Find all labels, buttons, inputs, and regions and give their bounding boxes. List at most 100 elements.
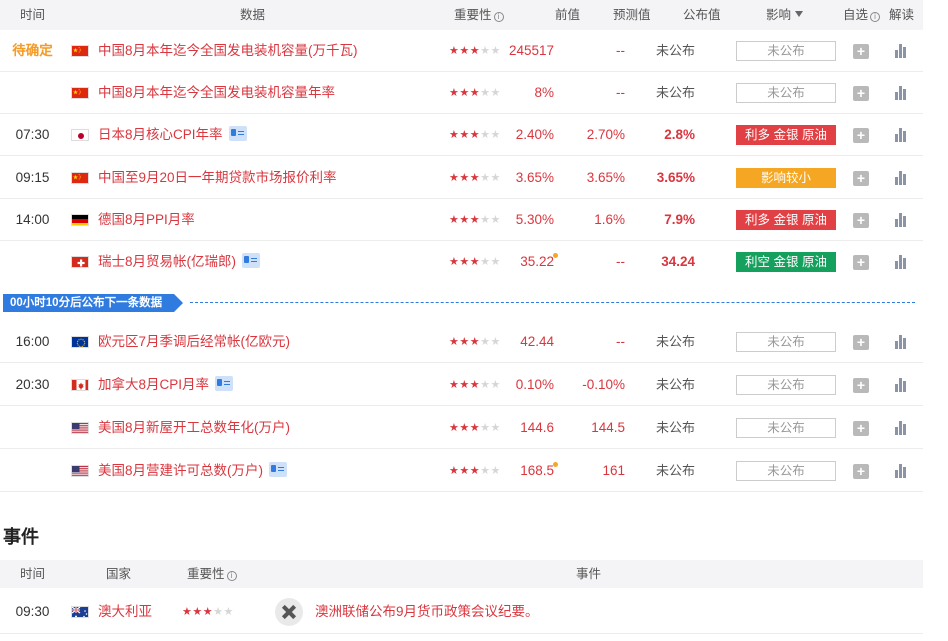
bar-chart-icon[interactable] — [893, 212, 909, 227]
indicator-name[interactable]: 美国8月新屋开工总数年化(万户) — [98, 407, 290, 449]
bar-chart-icon[interactable] — [893, 170, 909, 185]
add-watch-button[interactable]: + — [853, 213, 869, 228]
rba-logo-icon — [275, 598, 303, 626]
indicator-name-text[interactable]: 美国8月新屋开工总数年化(万户) — [98, 420, 290, 435]
event-country[interactable]: 澳大利亚 — [98, 590, 152, 634]
table-row: 09:15 中国至9月20日一年期贷款市场报价利率 ★★★★★ 3.65% 3.65% 3… — [0, 157, 923, 199]
add-watch-button[interactable]: + — [853, 255, 869, 270]
actual-value: 34.24 — [661, 254, 695, 269]
indicator-name-text[interactable]: 瑞士8月贸易帐(亿瑞郎) — [98, 254, 236, 269]
table-row: 16:00 欧元区7月季调后经常帐(亿欧元) ★★★★★ 42.44 -- 未公布 未公布 + — [0, 321, 923, 363]
cn-flag-icon — [71, 172, 89, 184]
bar-chart-icon[interactable] — [893, 127, 909, 142]
actual-value: 未公布 — [655, 463, 695, 478]
table-row: 美国8月营建许可总数(万户) ★★★★★ 168.5 161 未公布 未公布 + — [0, 450, 923, 492]
importance-stars: ★★★★★ — [449, 214, 501, 226]
us-flag-icon — [71, 465, 89, 477]
add-watch-button[interactable]: + — [853, 128, 869, 143]
info-icon[interactable]: i — [870, 12, 881, 22]
header-watch: 自选 i — [843, 0, 881, 30]
indicator-name[interactable]: 美国8月营建许可总数(万户) — [98, 450, 287, 492]
indicator-name[interactable]: 瑞士8月贸易帐(亿瑞郎) — [98, 241, 260, 283]
previous-value: 0.10% — [515, 377, 554, 392]
bar-chart-icon[interactable] — [893, 43, 909, 58]
indicator-name[interactable]: 中国至9月20日一年期贷款市场报价利率 — [98, 157, 337, 199]
row-time: 16:00 — [15, 334, 50, 349]
header-time: 时间 — [20, 8, 46, 22]
report-icon[interactable] — [269, 462, 287, 477]
indicator-name-text[interactable]: 中国至9月20日一年期贷款市场报价利率 — [98, 170, 337, 185]
indicator-name-text[interactable]: 德国8月PPI月率 — [98, 212, 195, 227]
events-header-event: 事件 — [576, 567, 602, 581]
info-icon[interactable]: i — [226, 571, 237, 581]
table-header: 时间 数据 重要性 i 前值 预测值 公布值 影响 自选 i 解读 — [0, 0, 923, 30]
header-impact-filter[interactable]: 影响 — [766, 0, 804, 30]
ca-flag-icon — [71, 379, 89, 391]
indicator-name-text[interactable]: 加拿大8月CPI月率 — [98, 377, 209, 392]
impact-badge: 未公布 — [736, 461, 836, 481]
table-row: 中国8月本年迄今全国发电装机容量年率 ★★★★★ 8% -- 未公布 未公布 + — [0, 72, 923, 114]
previous-value: 168.5 — [520, 450, 558, 492]
importance-stars: ★★★★★ — [449, 336, 501, 348]
forecast-value: 144.5 — [591, 420, 625, 435]
header-interpret: 解读 — [889, 8, 915, 22]
add-watch-button[interactable]: + — [853, 44, 869, 59]
indicator-name-text[interactable]: 中国8月本年迄今全国发电装机容量年率 — [98, 85, 335, 100]
indicator-name[interactable]: 日本8月核心CPI年率 — [98, 114, 247, 156]
divider-line — [190, 302, 915, 303]
event-importance-stars: ★★★★★ — [182, 606, 234, 618]
header-data: 数据 — [240, 8, 266, 22]
forecast-value: -- — [616, 85, 625, 100]
indicator-name[interactable]: 加拿大8月CPI月率 — [98, 364, 234, 406]
indicator-name-text[interactable]: 美国8月营建许可总数(万户) — [98, 463, 263, 478]
indicator-name-text[interactable]: 欧元区7月季调后经常帐(亿欧元) — [98, 334, 290, 349]
actual-value: 未公布 — [655, 43, 695, 58]
add-watch-button[interactable]: + — [853, 421, 869, 436]
event-row[interactable]: 09:30 澳大利亚 ★★★★★ 澳洲联储公布9月货币政策会议纪要。 — [0, 590, 923, 634]
forecast-value: -- — [616, 254, 625, 269]
bar-chart-icon[interactable] — [893, 85, 909, 100]
indicator-name[interactable]: 德国8月PPI月率 — [98, 199, 195, 241]
forecast-value: 1.6% — [594, 212, 625, 227]
indicator-name[interactable]: 中国8月本年迄今全国发电装机容量(万千瓦) — [98, 30, 358, 72]
indicator-name-text[interactable]: 中国8月本年迄今全国发电装机容量(万千瓦) — [98, 43, 358, 58]
previous-value: 144.6 — [520, 420, 554, 435]
actual-value: 未公布 — [655, 420, 695, 435]
add-watch-button[interactable]: + — [853, 171, 869, 186]
actual-value: 3.65% — [656, 170, 695, 185]
events-header-importance: 重要性 i — [187, 560, 237, 588]
bar-chart-icon[interactable] — [893, 420, 909, 435]
report-icon[interactable] — [215, 376, 234, 391]
forecast-value: 2.70% — [586, 127, 625, 142]
bar-chart-icon[interactable] — [893, 334, 909, 349]
add-watch-button[interactable]: + — [853, 335, 869, 350]
previous-value: 35.22 — [520, 241, 558, 283]
actual-value: 2.8% — [664, 127, 695, 142]
report-icon[interactable] — [228, 126, 247, 141]
events-header-country: 国家 — [106, 567, 132, 581]
impact-badge: 未公布 — [736, 375, 836, 395]
forecast-value: 161 — [602, 463, 625, 478]
bar-chart-icon[interactable] — [893, 377, 909, 392]
actual-value: 未公布 — [655, 377, 695, 392]
importance-stars: ★★★★★ — [449, 256, 501, 268]
impact-badge: 影响较小 — [736, 168, 836, 188]
bar-chart-icon[interactable] — [893, 463, 909, 478]
header-actual: 公布值 — [683, 8, 721, 22]
table-row: 美国8月新屋开工总数年化(万户) ★★★★★ 144.6 144.5 未公布 未公布 + — [0, 407, 923, 449]
indicator-name-text[interactable]: 日本8月核心CPI年率 — [98, 127, 223, 142]
event-text[interactable]: 澳洲联储公布9月货币政策会议纪要。 — [315, 590, 539, 634]
indicator-name[interactable]: 欧元区7月季调后经常帐(亿欧元) — [98, 321, 290, 363]
de-flag-icon — [71, 214, 89, 226]
header-previous: 前值 — [555, 8, 581, 22]
add-watch-button[interactable]: + — [853, 378, 869, 393]
add-watch-button[interactable]: + — [853, 86, 869, 101]
report-icon[interactable] — [242, 253, 260, 268]
indicator-name[interactable]: 中国8月本年迄今全国发电装机容量年率 — [98, 72, 335, 114]
add-watch-button[interactable]: + — [853, 464, 869, 479]
bar-chart-icon[interactable] — [893, 254, 909, 269]
row-time: 待确定 — [12, 43, 53, 58]
info-icon[interactable]: i — [493, 12, 504, 22]
actual-value: 未公布 — [655, 85, 695, 100]
events-header: 时间 国家 重要性 i 事件 — [0, 560, 923, 588]
